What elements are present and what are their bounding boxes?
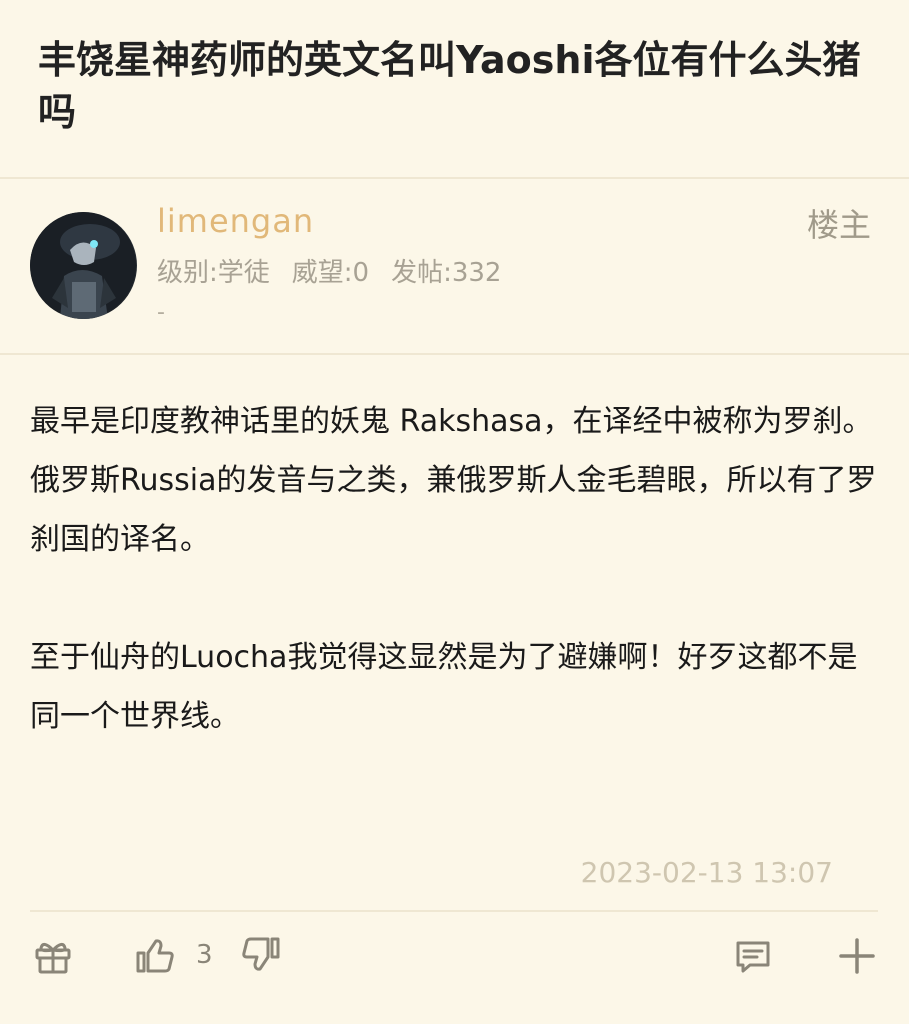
author-signature: - (157, 300, 165, 325)
plus-icon (839, 938, 875, 974)
content-paragraph: 至于仙舟的Luocha我觉得这显然是为了避嫌啊！好歹这都不是同一个世界线。 (30, 640, 858, 734)
footer-divider (30, 910, 878, 912)
gift-button[interactable] (30, 933, 76, 979)
floor-label: 楼主 (806, 206, 871, 244)
title-divider (0, 177, 909, 179)
thumbs-down-icon (242, 937, 280, 971)
gift-icon (35, 943, 71, 974)
more-button[interactable] (834, 933, 880, 979)
post-content: 最早是印度教神话里的妖鬼 Rakshasa，在译经中被称为罗刹。 俄罗斯Russ… (30, 392, 880, 746)
post-title: 丰饶星神药师的英文名叫Yaoshi各位有什么头猪吗 (38, 38, 861, 134)
avatar-image (30, 212, 136, 319)
avatar[interactable] (30, 212, 137, 319)
author-username[interactable]: limengan (157, 202, 314, 240)
reply-button[interactable] (730, 933, 776, 979)
content-blank-line (30, 569, 880, 628)
post-timestamp: 2023-02-13 13:07 (580, 856, 833, 889)
author-level: 级别:学徒 (157, 258, 270, 288)
like-button[interactable] (132, 933, 178, 979)
dislike-button[interactable] (238, 933, 284, 979)
like-count: 3 (196, 940, 213, 970)
comment-icon (736, 941, 770, 973)
content-paragraph: 最早是印度教神话里的妖鬼 Rakshasa，在译经中被称为罗刹。 (30, 404, 873, 439)
content-paragraph: 俄罗斯Russia的发音与之类，兼俄罗斯人金毛碧眼，所以有了罗刹国的译名。 (30, 463, 877, 557)
author-post-count: 发帖:332 (391, 258, 502, 288)
header-divider (0, 353, 909, 355)
thumbs-up-icon (136, 939, 174, 973)
author-meta: 级别:学徒 威望:0 发帖:332 (157, 252, 501, 289)
author-prestige: 威望:0 (291, 258, 370, 288)
